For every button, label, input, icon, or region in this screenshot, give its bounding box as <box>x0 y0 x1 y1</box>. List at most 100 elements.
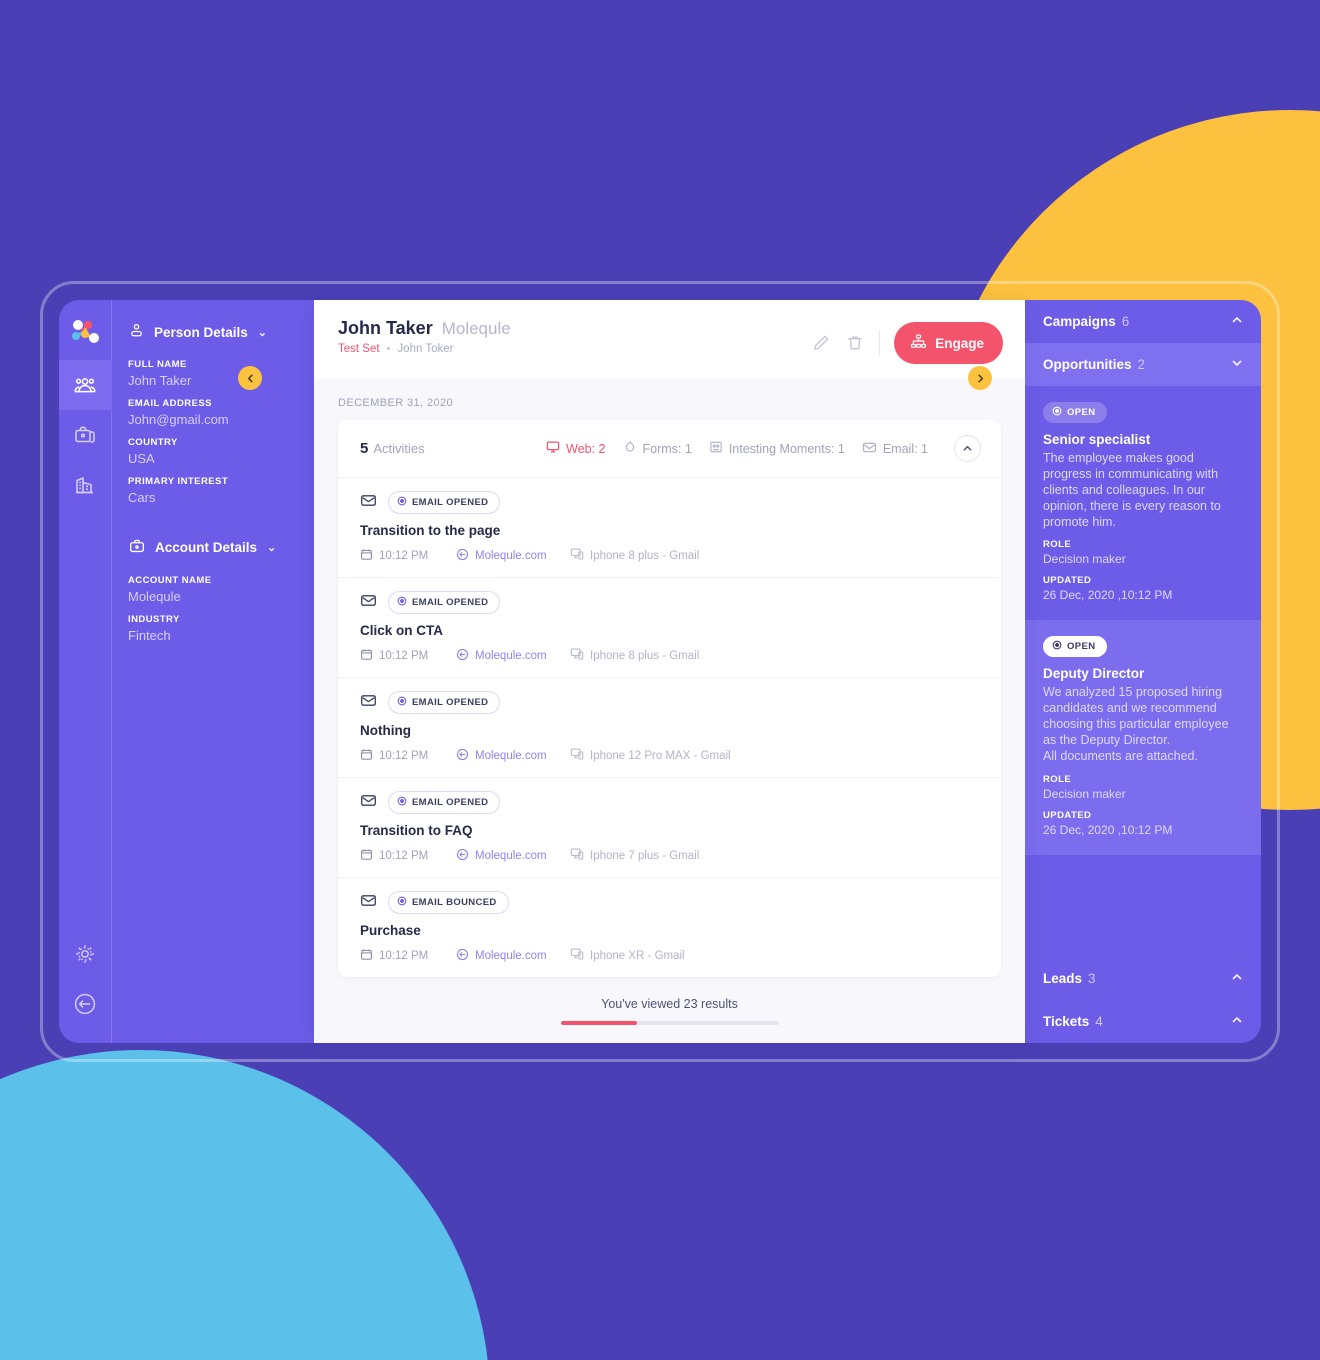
breadcrumb: Test Set • John Toker <box>338 343 811 355</box>
account-details-section-header[interactable]: Account Details ⌄ <box>128 537 314 558</box>
activity-device-label: Iphone XR - Gmail <box>590 949 685 962</box>
hierarchy-icon <box>910 333 927 353</box>
status-badge-label: EMAIL OPENED <box>412 497 489 508</box>
activity-source-link[interactable]: Molequle.com <box>456 648 570 664</box>
activity-device-label: Iphone 8 plus - Gmail <box>590 649 700 662</box>
calendar-icon <box>360 948 373 964</box>
device-icon <box>570 847 584 864</box>
accordion-campaigns[interactable]: Campaigns 6 <box>1025 300 1261 343</box>
rail-item-logout[interactable] <box>59 979 112 1029</box>
status-badge: OPEN <box>1043 402 1107 423</box>
title-row: John Taker Molequle <box>338 318 811 339</box>
activity-source-label: Molequle.com <box>475 549 547 562</box>
status-badge-label: EMAIL OPENED <box>412 797 489 808</box>
collapse-activities-button[interactable] <box>954 435 981 462</box>
stat-email[interactable]: Email: 1 <box>862 440 928 458</box>
accordion-count: 4 <box>1095 1014 1103 1029</box>
chevron-up-icon <box>1231 971 1243 986</box>
stat-label: Email: 1 <box>882 441 928 456</box>
app-window: Person Details ⌄ FULL NAME John Taker EM… <box>58 300 1261 1043</box>
opportunity-role-label: ROLE <box>1043 773 1072 785</box>
field-value: Molequle <box>128 589 181 604</box>
stat-intesting-moments[interactable]: Intesting Moments: 1 <box>709 440 845 457</box>
envelope-icon <box>360 592 377 614</box>
activity-row-top: EMAIL OPENED <box>360 491 979 514</box>
activity-source-link[interactable]: Molequle.com <box>456 848 570 864</box>
stat-forms[interactable]: Forms: 1 <box>623 440 692 457</box>
activity-meta: 10:12 PM Molequle.com Iphone 8 plus - Gmai… <box>360 647 979 664</box>
status-badge-label: EMAIL OPENED <box>412 697 489 708</box>
pencil-icon[interactable] <box>811 333 831 353</box>
stat-label: Forms: 1 <box>642 441 692 456</box>
accordion-opportunities[interactable]: Opportunities 2 <box>1025 343 1261 386</box>
link-icon <box>456 748 469 764</box>
accordion-label: Campaigns <box>1043 314 1116 329</box>
opportunity-role-label: ROLE <box>1043 539 1072 551</box>
device-icon <box>570 647 584 664</box>
field-value: Fintech <box>128 628 171 643</box>
stat-label: Intesting Moments: 1 <box>728 441 845 456</box>
activity-row[interactable]: EMAIL BOUNCED Purchase 10:12 PM Molequle.co… <box>338 878 1001 977</box>
opportunity-card[interactable]: OPEN Deputy Director We analyzed 15 propos… <box>1025 620 1261 855</box>
circle-dot-icon <box>397 596 407 609</box>
device-icon <box>570 547 584 564</box>
status-badge-label: OPEN <box>1067 641 1096 653</box>
link-icon <box>456 948 469 964</box>
right-panel: Campaigns 6 Opportunities 2 OPEN Senior s… <box>1025 300 1261 1043</box>
accordion-leads[interactable]: Leads 3 <box>1025 957 1261 1000</box>
chevron-up-icon <box>1231 1014 1243 1029</box>
rail-item-settings[interactable] <box>59 929 112 979</box>
field-country: COUNTRY USA <box>128 437 314 466</box>
field-label: FULL NAME <box>128 359 187 370</box>
person-icon <box>128 322 145 342</box>
activity-row[interactable]: EMAIL OPENED Transition to FAQ 10:12 PM Mol… <box>338 778 1001 878</box>
activity-source-label: Molequle.com <box>475 749 547 762</box>
rail-item-briefcase[interactable] <box>59 410 112 460</box>
activity-row[interactable]: EMAIL OPENED Nothing 10:12 PM Molequle.com I… <box>338 678 1001 778</box>
activity-source-link[interactable]: Molequle.com <box>456 548 570 564</box>
activity-source-link[interactable]: Molequle.com <box>456 948 570 964</box>
expand-right-panel-button[interactable] <box>968 366 992 390</box>
chevron-down-icon <box>1231 357 1243 372</box>
panel-spacer <box>128 515 314 537</box>
activity-date-label: DECEMBER 31, 2020 <box>338 397 454 409</box>
calendar-icon <box>360 848 373 864</box>
rail-item-people[interactable] <box>58 360 112 410</box>
monitor-icon <box>546 440 560 457</box>
breadcrumb-separator: • <box>386 343 391 355</box>
circle-dot-icon <box>1052 640 1062 653</box>
briefcase-icon <box>128 537 146 558</box>
activity-row[interactable]: EMAIL OPENED Click on CTA 10:12 PM Molequle… <box>338 578 1001 678</box>
accordion-count: 2 <box>1137 357 1146 372</box>
opportunity-card[interactable]: OPEN Senior specialist The employee makes … <box>1025 386 1261 620</box>
field-email-address: EMAIL ADDRESS John@gmail.com <box>128 398 314 427</box>
breadcrumb-item-test-set[interactable]: Test Set <box>338 343 380 355</box>
activity-source-label: Molequle.com <box>475 649 547 662</box>
person-details-section-header[interactable]: Person Details ⌄ <box>128 322 314 342</box>
activity-row[interactable]: EMAIL OPENED Transition to the page 10:12 … <box>338 478 1001 578</box>
status-badge: EMAIL OPENED <box>388 791 501 814</box>
trash-icon[interactable] <box>845 333 865 353</box>
activity-meta: 10:12 PM Molequle.com Iphone 12 Pro MAX - … <box>360 747 979 764</box>
collapse-left-panel-button[interactable] <box>238 366 262 390</box>
stat-web[interactable]: Web: 2 <box>546 440 606 457</box>
activity-title: Nothing <box>360 723 411 738</box>
activity-title: Purchase <box>360 923 421 938</box>
rail-item-building[interactable] <box>59 460 112 510</box>
activity-title: Transition to the page <box>360 523 501 538</box>
activity-row-top: EMAIL BOUNCED <box>360 891 979 914</box>
activity-stats: Web: 2 Forms: 1 Intesting Moments: 1 Ema… <box>546 435 981 462</box>
engage-button[interactable]: Engage <box>894 322 1003 364</box>
title-block: John Taker Molequle Test Set • John Toke… <box>338 318 811 355</box>
accordion-tickets[interactable]: Tickets 4 <box>1025 1000 1261 1043</box>
activity-device: Iphone 12 Pro MAX - Gmail <box>570 747 731 764</box>
device-icon <box>570 947 584 964</box>
calendar-icon <box>360 548 373 564</box>
activity-source-link[interactable]: Molequle.com <box>456 748 570 764</box>
status-badge-label: EMAIL BOUNCED <box>412 897 497 908</box>
opportunity-updated-value: 26 Dec, 2020 ,10:12 PM <box>1043 822 1173 837</box>
activity-time: 10:12 PM <box>360 748 456 764</box>
envelope-icon <box>360 892 377 914</box>
activity-meta: 10:12 PM Molequle.com Iphone 7 plus - Gmai… <box>360 847 979 864</box>
activity-device-label: Iphone 7 plus - Gmail <box>590 849 700 862</box>
